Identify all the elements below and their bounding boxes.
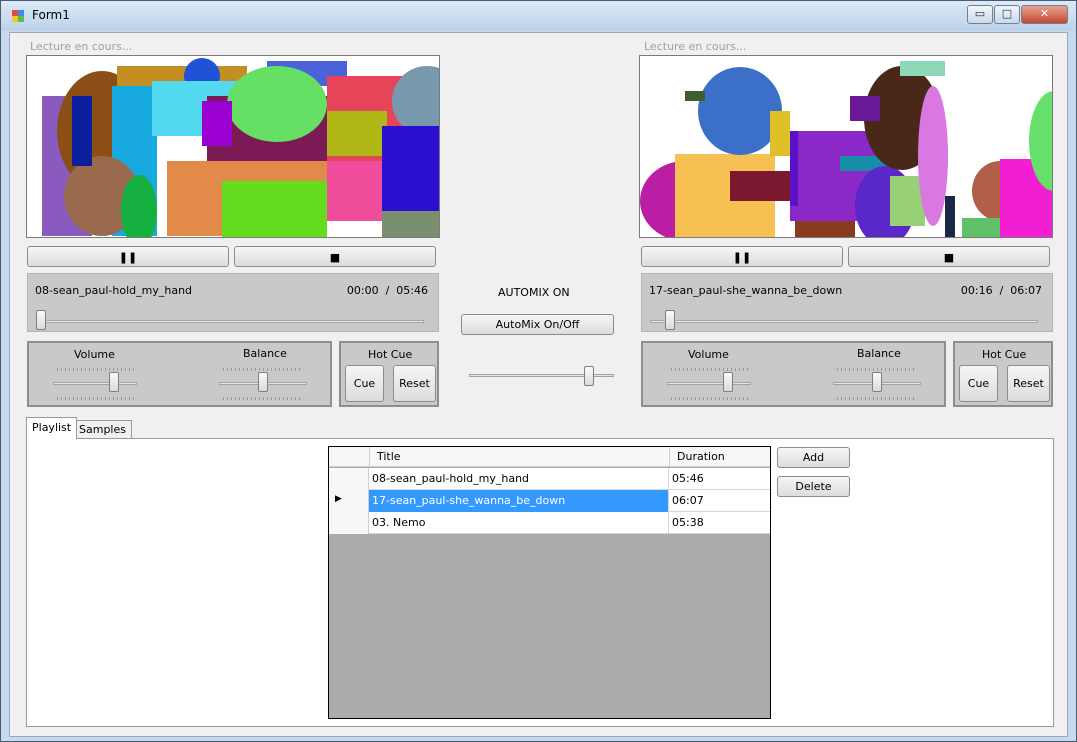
left-balance-thumb[interactable] bbox=[258, 372, 268, 392]
pause-icon: ❚❚ bbox=[732, 251, 752, 264]
left-reset-button[interactable]: Reset bbox=[393, 365, 436, 402]
close-button[interactable]: ✕ bbox=[1021, 5, 1068, 24]
left-mixer-panel: Volume Balance bbox=[27, 341, 332, 407]
row-header[interactable] bbox=[329, 512, 369, 534]
left-cue-button[interactable]: Cue bbox=[345, 365, 384, 402]
add-button[interactable]: Add bbox=[777, 447, 850, 468]
row-header[interactable] bbox=[329, 468, 369, 490]
maximize-icon: □ bbox=[1001, 7, 1013, 20]
left-track-info: 08-sean_paul-hold_my_hand 00:00 / 05:46 bbox=[27, 273, 439, 332]
cell-duration[interactable]: 05:38 bbox=[669, 512, 770, 534]
cell-title[interactable]: 08-sean_paul-hold_my_hand bbox=[369, 468, 669, 490]
automix-toggle-button[interactable]: AutoMix On/Off bbox=[461, 314, 614, 335]
right-seek-track[interactable] bbox=[650, 320, 1038, 323]
table-row[interactable]: ▶ 17-sean_paul-she_wanna_be_down 06:07 bbox=[329, 490, 770, 512]
right-reset-button[interactable]: Reset bbox=[1007, 365, 1050, 402]
right-track-name: 17-sean_paul-she_wanna_be_down bbox=[649, 284, 843, 297]
stop-icon: ■ bbox=[329, 251, 341, 264]
left-volume-label: Volume bbox=[74, 348, 115, 361]
column-header-duration[interactable]: Duration bbox=[670, 447, 770, 467]
right-track-time: 00:16 / 06:07 bbox=[960, 284, 1042, 297]
right-volume-label: Volume bbox=[688, 348, 729, 361]
app-icon bbox=[12, 10, 25, 23]
row-header[interactable]: ▶ bbox=[329, 490, 369, 512]
right-balance-thumb[interactable] bbox=[872, 372, 882, 392]
pause-icon: ❚❚ bbox=[118, 251, 138, 264]
right-track-info: 17-sean_paul-she_wanna_be_down 00:16 / 0… bbox=[641, 273, 1053, 332]
left-hotcue-label: Hot Cue bbox=[368, 348, 413, 361]
playlist-grid[interactable]: Title Duration 08-sean_paul-hold_my_hand… bbox=[328, 446, 771, 719]
left-track-time: 00:00 / 05:46 bbox=[346, 284, 428, 297]
right-pause-button[interactable]: ❚❚ bbox=[641, 246, 843, 267]
right-deck-status: Lecture en cours... bbox=[644, 40, 747, 53]
cell-title[interactable]: 17-sean_paul-she_wanna_be_down bbox=[369, 490, 669, 512]
minimize-button[interactable]: ▭ bbox=[967, 5, 993, 24]
automix-status: AUTOMIX ON bbox=[498, 286, 570, 299]
left-pause-button[interactable]: ❚❚ bbox=[27, 246, 229, 267]
title-bar[interactable]: Form1 ▭ □ ✕ bbox=[1, 1, 1076, 31]
right-hotcue-label: Hot Cue bbox=[982, 348, 1027, 361]
maximize-button[interactable]: □ bbox=[994, 5, 1020, 24]
right-seek-thumb[interactable] bbox=[665, 310, 676, 330]
right-stop-button[interactable]: ■ bbox=[848, 246, 1050, 267]
cell-title[interactable]: 03. Nemo bbox=[369, 512, 669, 534]
column-header-title[interactable]: Title bbox=[370, 447, 670, 467]
left-balance-label: Balance bbox=[243, 347, 287, 360]
right-volume-track[interactable] bbox=[667, 382, 751, 385]
crossfader-thumb[interactable] bbox=[583, 366, 594, 386]
table-row[interactable]: 03. Nemo 05:38 bbox=[329, 512, 770, 534]
tab-samples[interactable]: Samples bbox=[73, 420, 132, 438]
left-stop-button[interactable]: ■ bbox=[234, 246, 436, 267]
right-volume-thumb[interactable] bbox=[722, 372, 733, 392]
cell-duration[interactable]: 06:07 bbox=[669, 490, 770, 512]
left-hotcue-panel: Hot Cue Cue Reset bbox=[339, 341, 439, 407]
right-cue-button[interactable]: Cue bbox=[959, 365, 998, 402]
left-deck-status: Lecture en cours... bbox=[30, 40, 133, 53]
left-track-name: 08-sean_paul-hold_my_hand bbox=[35, 284, 193, 297]
row-header-corner bbox=[329, 447, 370, 467]
delete-button[interactable]: Delete bbox=[777, 476, 850, 497]
form-client-area: Lecture en cours... ❚❚ ■ 08-sean_paul-ho… bbox=[9, 32, 1068, 737]
left-volume-thumb[interactable] bbox=[108, 372, 119, 392]
stop-icon: ■ bbox=[943, 251, 955, 264]
tab-playlist[interactable]: Playlist bbox=[26, 417, 78, 439]
cell-duration[interactable]: 05:46 bbox=[669, 468, 770, 490]
right-mixer-panel: Volume Balance bbox=[641, 341, 946, 407]
right-hotcue-panel: Hot Cue Cue Reset bbox=[953, 341, 1053, 407]
left-deck-visualizer bbox=[26, 55, 440, 238]
close-icon: ✕ bbox=[1039, 7, 1050, 20]
app-window: Form1 ▭ □ ✕ Lecture en cours... ❚❚ ■ 08-… bbox=[0, 0, 1077, 742]
current-row-arrow-icon: ▶ bbox=[335, 494, 342, 504]
minimize-icon: ▭ bbox=[974, 7, 986, 20]
left-volume-track[interactable] bbox=[53, 382, 137, 385]
grid-header: Title Duration bbox=[329, 447, 770, 467]
right-deck-visualizer bbox=[639, 55, 1053, 238]
left-seek-track[interactable] bbox=[36, 320, 424, 323]
window-title: Form1 bbox=[32, 8, 70, 22]
left-seek-thumb[interactable] bbox=[36, 310, 46, 330]
right-balance-label: Balance bbox=[857, 347, 901, 360]
table-row[interactable]: 08-sean_paul-hold_my_hand 05:46 bbox=[329, 468, 770, 490]
